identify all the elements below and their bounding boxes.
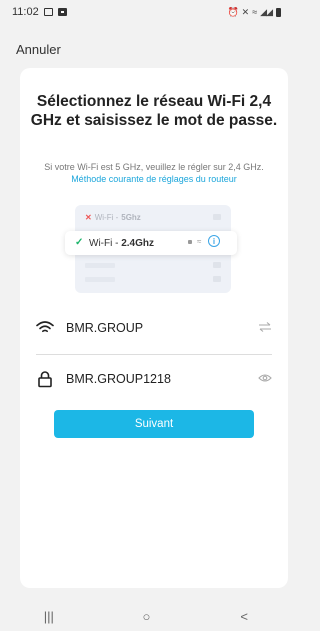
battery-icon [276,7,281,17]
illustration-5ghz-prefix: Wi-Fi - [94,213,119,222]
illustration-placeholder-icon [213,276,221,282]
illustration-placeholder-icon [213,262,221,268]
switch-network-icon[interactable] [258,321,272,333]
illustration-bar [85,263,115,268]
status-bar-left: 11:02 [12,6,67,18]
small-lock-icon [188,240,192,244]
subtitle-text: Si votre Wi-Fi est 5 GHz, veuillez le ré… [44,162,264,172]
illustration-row-5ghz: ✕ Wi-Fi - 5Ghz [85,213,141,222]
wifi-status-icon: ≈ [252,7,257,17]
illustration-24ghz-label: Wi-Fi - 2.4Ghz [89,238,154,249]
illustration-24ghz-prefix: Wi-Fi - [89,238,122,249]
wifi-network-field[interactable]: BMR.GROUP [36,313,272,343]
mute-icon: ✕ [241,6,249,17]
small-wifi-icon: ≈ [197,237,202,246]
info-icon: i [208,235,220,247]
cancel-button[interactable]: Annuler [16,42,61,57]
subtitle: Si votre Wi-Fi est 5 GHz, veuillez le ré… [28,161,280,185]
wifi-network-value: BMR.GROUP [66,321,144,335]
back-button[interactable]: < [224,607,264,627]
status-bar-right: ⏰ ✕ ≈ ◢◢ [227,7,281,18]
wifi-icon [36,321,54,333]
gallery-notification-icon [43,8,53,16]
illustration-row-24ghz: ✓ Wi-Fi - 2.4Ghz ≈ i [65,231,237,255]
eye-icon[interactable] [258,372,272,384]
lock-icon [38,371,52,388]
signal-icon: ◢◢ [260,6,273,17]
illustration-placeholder-icon [213,214,221,220]
app-notification-icon [57,8,67,16]
cross-icon: ✕ [85,213,92,222]
home-button[interactable]: ○ [126,607,166,627]
password-field[interactable]: BMR.GROUP1218 [36,364,272,394]
page-title: Sélectionnez le réseau Wi-Fi 2,4 GHz et … [30,93,278,129]
router-settings-link[interactable]: Méthode courante de réglages du routeur [71,174,237,184]
password-value: BMR.GROUP1218 [66,372,171,386]
alarm-icon: ⏰ [227,6,238,17]
status-time: 11:02 [12,6,39,18]
divider [36,354,272,355]
next-button[interactable]: Suivant [54,410,254,438]
illustration-24ghz-band: 2.4Ghz [121,238,155,249]
status-bar: 11:02 ⏰ ✕ ≈ ◢◢ [0,0,293,24]
illustration-bar [85,277,115,282]
wifi-setup-card: Sélectionnez le réseau Wi-Fi 2,4 GHz et … [20,68,288,588]
system-nav-bar: ||| ○ < [0,602,293,631]
check-icon: ✓ [75,237,84,248]
illustration-5ghz-band: 5Ghz [121,213,141,222]
recent-apps-button[interactable]: ||| [29,607,69,627]
wifi-band-illustration: ✕ Wi-Fi - 5Ghz ✓ Wi-Fi - 2.4Ghz ≈ i [65,205,237,293]
